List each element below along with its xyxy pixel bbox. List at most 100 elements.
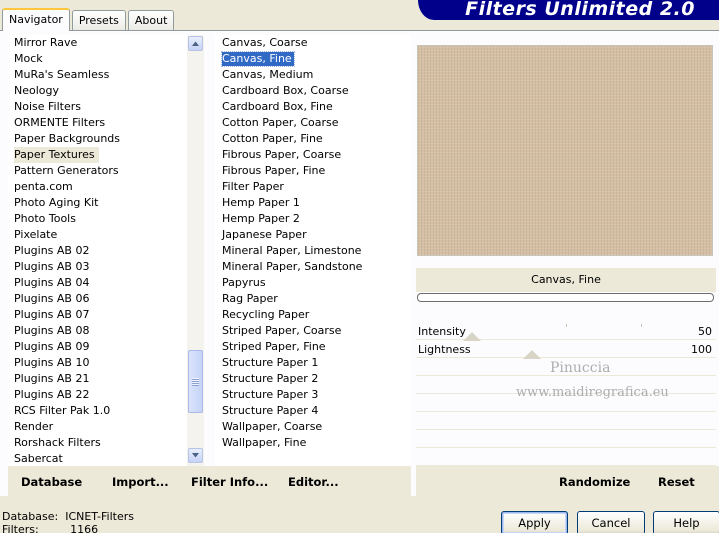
category-scrollbar[interactable] (187, 35, 204, 466)
filter-item-label: Cardboard Box, Fine (222, 100, 333, 113)
filter-item[interactable]: Hemp Paper 1 (215, 195, 411, 211)
category-item[interactable]: Plugins AB 02 (8, 243, 188, 259)
filter-item[interactable]: Canvas, Medium (215, 67, 411, 83)
filter-item[interactable]: Rag Paper (215, 291, 411, 307)
category-item[interactable]: Noise Filters (8, 99, 188, 115)
category-item[interactable]: RCS Filter Pak 1.0 (8, 403, 188, 419)
watermark-url: www.maidiregrafica.eu (516, 385, 669, 400)
category-item[interactable]: Sabercat (8, 451, 188, 466)
filter-item[interactable]: Fibrous Paper, Fine (215, 163, 411, 179)
apply-button[interactable]: Apply (501, 511, 568, 533)
category-item[interactable]: Render (8, 419, 188, 435)
category-item[interactable]: Mirror Rave (8, 35, 188, 51)
filter-list[interactable]: Canvas, Coarse Canvas, Fine Canvas, Medium… (215, 35, 411, 466)
category-item[interactable]: Pattern Generators (8, 163, 188, 179)
filter-item[interactable]: Filter Paper (215, 179, 411, 195)
filter-item-label: Mineral Paper, Sandstone (222, 260, 363, 273)
category-item[interactable]: Plugins AB 10 (8, 355, 188, 371)
filter-item[interactable]: Cardboard Box, Coarse (215, 83, 411, 99)
category-item[interactable]: Plugins AB 22 (8, 387, 188, 403)
status-database-label: Database: (2, 510, 59, 523)
intensity-slider-handle[interactable] (463, 332, 481, 341)
grip-icon (192, 377, 199, 386)
scroll-down-button[interactable] (188, 448, 203, 463)
category-item[interactable]: Paper Backgrounds (8, 131, 188, 147)
filter-item[interactable]: Japanese Paper (215, 227, 411, 243)
filter-item[interactable]: Papyrus (215, 275, 411, 291)
randomize-button[interactable]: Randomize (559, 475, 630, 489)
filter-item-label: Mineral Paper, Limestone (222, 244, 362, 257)
filter-item[interactable]: Structure Paper 3 (215, 387, 411, 403)
filter-item[interactable]: Mineral Paper, Limestone (215, 243, 411, 259)
category-item[interactable]: Photo Aging Kit (8, 195, 188, 211)
category-item[interactable]: Paper Textures (8, 147, 188, 163)
filter-item-label: Cardboard Box, Coarse (222, 84, 349, 97)
filter-item[interactable]: Cotton Paper, Fine (215, 131, 411, 147)
category-list[interactable]: Mirror Rave Mock MuRa's Seamless Neology Noi… (8, 35, 188, 466)
category-item[interactable]: Mock (8, 51, 188, 67)
category-item[interactable]: Plugins AB 06 (8, 291, 188, 307)
filter-item[interactable]: Striped Paper, Fine (215, 339, 411, 355)
editor-button[interactable]: Editor... (288, 475, 339, 489)
lightness-value: 100 (691, 343, 712, 356)
category-item[interactable]: Rorshack Filters (8, 435, 188, 451)
category-item[interactable]: Plugins AB 09 (8, 339, 188, 355)
category-item[interactable]: Plugins AB 21 (8, 371, 188, 387)
lightness-row[interactable]: Lightness 100 (416, 342, 716, 358)
category-item[interactable]: penta.com (8, 179, 188, 195)
filter-item[interactable]: Wallpaper, Fine (215, 435, 411, 451)
filter-item[interactable]: Fibrous Paper, Coarse (215, 147, 411, 163)
filter-item-label: Striped Paper, Coarse (222, 324, 342, 337)
category-item[interactable]: Plugins AB 08 (8, 323, 188, 339)
lightness-slider-handle[interactable] (523, 350, 541, 359)
filter-item[interactable]: Cotton Paper, Coarse (215, 115, 411, 131)
filter-item-label: Fibrous Paper, Coarse (222, 148, 342, 161)
category-item[interactable]: Photo Tools (8, 211, 188, 227)
filter-item[interactable]: Structure Paper 2 (215, 371, 411, 387)
filter-item[interactable]: Cardboard Box, Fine (215, 99, 411, 115)
filter-item-label: Structure Paper 2 (222, 372, 319, 385)
filter-item[interactable]: Mineral Paper, Sandstone (215, 259, 411, 275)
intensity-label: Intensity (418, 325, 466, 338)
parameter-toolbar: Randomize Reset (416, 466, 719, 496)
reset-button[interactable]: Reset (658, 475, 695, 489)
filter-item[interactable]: Canvas, Fine (215, 51, 411, 67)
filter-item-label: Fibrous Paper, Fine (222, 164, 326, 177)
filter-item-label: Rag Paper (222, 292, 278, 305)
help-button[interactable]: Help (653, 511, 719, 533)
filter-item[interactable]: Wallpaper, Coarse (215, 419, 411, 435)
filter-item-label: Canvas, Fine (221, 51, 295, 67)
category-item[interactable]: Neology (8, 83, 188, 99)
scroll-thumb[interactable] (188, 350, 203, 413)
filter-item-label: Striped Paper, Fine (222, 340, 326, 353)
filter-item[interactable]: Recycling Paper (215, 307, 411, 323)
filter-item-label: Structure Paper 4 (222, 404, 319, 417)
filter-item[interactable]: Canvas, Coarse (215, 35, 411, 51)
cancel-button[interactable]: Cancel (577, 511, 645, 533)
chevron-up-icon (192, 41, 199, 46)
filter-item-label: Cotton Paper, Coarse (222, 116, 339, 129)
filter-item[interactable]: Hemp Paper 2 (215, 211, 411, 227)
slider-tick (566, 324, 567, 327)
tab-about[interactable]: About (127, 10, 175, 30)
filter-item[interactable]: Structure Paper 1 (215, 355, 411, 371)
category-item[interactable]: ORMENTE Filters (8, 115, 188, 131)
filter-item[interactable]: Striped Paper, Coarse (215, 323, 411, 339)
import-button[interactable]: Import... (112, 475, 169, 489)
category-item[interactable]: Plugins AB 04 (8, 275, 188, 291)
database-button[interactable]: Database (21, 475, 82, 489)
filter-info-button[interactable]: Filter Info... (191, 475, 268, 489)
filter-item[interactable]: Structure Paper 4 (215, 403, 411, 419)
status-filters-label: Filters: (2, 523, 39, 533)
category-item[interactable]: Plugins AB 07 (8, 307, 188, 323)
category-item[interactable]: Pixelate (8, 227, 188, 243)
filter-item-label: Canvas, Medium (222, 68, 314, 81)
current-filter-name: Canvas, Fine (416, 268, 716, 292)
category-item[interactable]: MuRa's Seamless (8, 67, 188, 83)
tab-presets[interactable]: Presets (71, 10, 126, 30)
tab-navigator[interactable]: Navigator (2, 8, 70, 31)
progress-bar (417, 293, 714, 302)
category-item[interactable]: Plugins AB 03 (8, 259, 188, 275)
scroll-up-button[interactable] (188, 36, 203, 51)
intensity-value: 50 (698, 325, 712, 338)
